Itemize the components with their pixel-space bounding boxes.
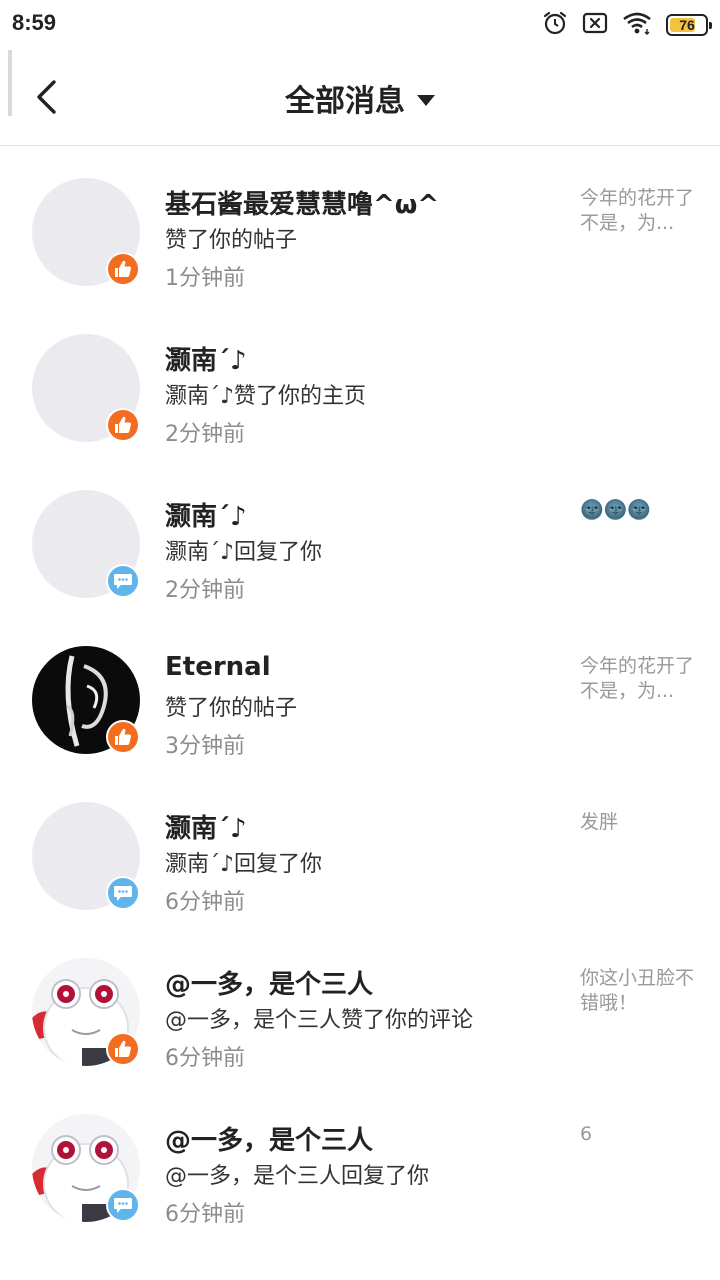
message-time: 2分钟前 (165, 422, 245, 447)
message-time: 3分钟前 (165, 734, 245, 759)
message-item[interactable]: 灏南´♪ 灏南´♪回复了你 6分钟前 发胖 (0, 772, 720, 928)
sender-name[interactable]: 灏南´♪ (165, 808, 247, 845)
comment-icon (106, 564, 140, 598)
page-title: 全部消息 (285, 84, 405, 119)
no-sim-icon (582, 11, 608, 39)
content-preview[interactable]: 6 (580, 1122, 698, 1147)
message-item[interactable]: 灏南´♪ 灏南´♪回复了你 2分钟前 🌚🌚🌚 (0, 460, 720, 616)
message-item[interactable]: @一多，是个三人 @一多，是个三人回复了你 6分钟前 6 (0, 1084, 720, 1240)
battery-level: 76 (679, 17, 695, 33)
sender-name[interactable]: 基石酱最爱慧慧噜^ω^ (165, 184, 439, 221)
sender-name[interactable]: @一多，是个三人 (165, 1120, 373, 1157)
thumbs-up-icon (106, 1032, 140, 1066)
status-bar: 8:59 76 (0, 0, 720, 50)
thumbs-up-icon (106, 720, 140, 754)
message-description: 灏南´♪赞了你的主页 (165, 384, 367, 409)
message-item[interactable]: @一多，是个三人 @一多，是个三人赞了你的评论 6分钟前 你这小丑脸不错哦！ (0, 928, 720, 1084)
content-preview[interactable]: 今年的花开了不是，为... (580, 186, 698, 236)
message-time: 6分钟前 (165, 1046, 245, 1071)
message-item[interactable]: 灏南´♪ 灏南´♪赞了你的主页 2分钟前 (0, 304, 720, 460)
comment-icon (106, 1188, 140, 1222)
thumbs-up-icon (106, 252, 140, 286)
message-time: 2分钟前 (165, 578, 245, 603)
message-description: @一多，是个三人回复了你 (165, 1164, 430, 1189)
message-list[interactable]: 1分钟前为...基石酱最爱慧慧噜^ω^赞了你的帖子1分钟前今年的花开了不是，为.… (0, 50, 720, 1280)
battery-icon: 76 (666, 14, 712, 36)
message-item[interactable]: 基石酱最爱慧慧噜^ω^ 赞了你的帖子 1分钟前 今年的花开了不是，为... (0, 148, 720, 304)
content-preview[interactable]: 今年的花开了不是，为... (580, 654, 698, 704)
content-preview[interactable]: 发胖 (580, 810, 698, 835)
message-description: 灏南´♪回复了你 (165, 852, 323, 877)
alarm-icon (542, 10, 568, 40)
sender-name[interactable]: Eternal (165, 652, 271, 682)
content-preview[interactable]: 🌚🌚🌚 (580, 498, 698, 523)
caret-down-icon (417, 94, 435, 106)
message-description: 赞了你的帖子 (165, 696, 298, 721)
wifi-icon (622, 11, 652, 39)
message-description: @一多，是个三人赞了你的评论 (165, 1008, 474, 1033)
title-dropdown[interactable]: 全部消息 (0, 76, 720, 120)
sender-name[interactable]: 灏南´♪ (165, 496, 247, 533)
thumbs-up-icon (106, 408, 140, 442)
comment-icon (106, 876, 140, 910)
sender-name[interactable]: @一多，是个三人 (165, 964, 373, 1001)
message-description: 赞了你的帖子 (165, 228, 298, 253)
message-time: 6分钟前 (165, 890, 245, 915)
header: 全部消息 (0, 50, 720, 146)
message-description: 灏南´♪回复了你 (165, 540, 323, 565)
message-time: 1分钟前 (165, 266, 245, 291)
status-time: 8:59 (12, 10, 57, 35)
message-time: 6分钟前 (165, 1202, 245, 1227)
status-icons: 76 (542, 10, 712, 40)
content-preview[interactable]: 你这小丑脸不错哦！ (580, 966, 698, 1016)
sender-name[interactable]: 灏南´♪ (165, 340, 247, 377)
message-item[interactable]: Eternal 赞了你的帖子 3分钟前 今年的花开了不是，为... (0, 616, 720, 772)
